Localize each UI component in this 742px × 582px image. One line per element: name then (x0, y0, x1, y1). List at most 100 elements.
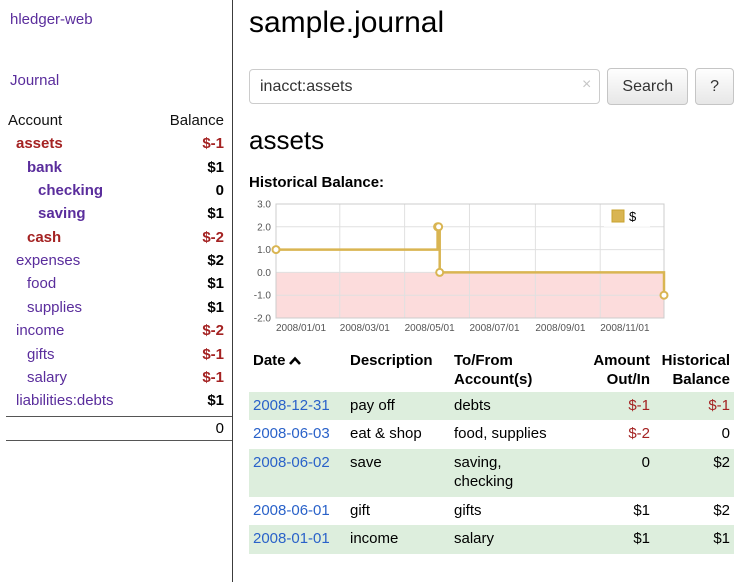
transaction-date-cell: 2008-01-01 (249, 525, 346, 554)
help-button[interactable]: ? (695, 68, 734, 105)
account-link[interactable]: income (0, 322, 64, 339)
transaction-accounts: gifts (450, 497, 578, 526)
account-link[interactable]: expenses (0, 252, 80, 269)
account-balance: $1 (207, 275, 224, 292)
accounts-column-header: To/From Account(s) (450, 350, 578, 392)
transaction-description: eat & shop (346, 420, 450, 449)
svg-text:2008/05/01: 2008/05/01 (405, 323, 455, 334)
transaction-description: gift (346, 497, 450, 526)
account-row: income $-2 (0, 319, 232, 342)
accounts-column-label: Account (8, 112, 62, 129)
transaction-balance: $1 (654, 525, 734, 554)
account-balance: $-1 (202, 369, 224, 386)
transaction-date-cell: 2008-06-01 (249, 497, 346, 526)
account-heading: assets (249, 125, 734, 156)
search-bar: × Search ? (249, 68, 734, 105)
svg-text:$: $ (629, 209, 637, 224)
sort-ascending-icon (288, 356, 302, 366)
svg-text:2008/03/01: 2008/03/01 (340, 323, 390, 334)
sidebar: hledger-web Journal Account Balance asse… (0, 0, 233, 582)
transaction-balance: $2 (654, 497, 734, 526)
transaction-row: 2008-06-01 gift gifts $1 $2 (249, 497, 734, 526)
account-row: checking 0 (0, 179, 232, 202)
account-link[interactable]: bank (0, 159, 62, 176)
account-link[interactable]: checking (0, 182, 103, 199)
account-balance: $1 (207, 392, 224, 409)
account-link[interactable]: gifts (0, 346, 55, 363)
transaction-amount: $1 (578, 525, 654, 554)
account-balance: $-1 (202, 346, 224, 363)
account-row: saving $1 (0, 202, 232, 225)
accounts-total-row: 0 (6, 416, 232, 441)
transaction-accounts: debts (450, 392, 578, 421)
account-row: supplies $1 (0, 296, 232, 319)
account-row: gifts $-1 (0, 342, 232, 365)
account-balance: $2 (207, 252, 224, 269)
brand-link[interactable]: hledger-web (10, 11, 232, 28)
svg-text:1.0: 1.0 (257, 245, 271, 256)
account-link[interactable]: liabilities:debts (0, 392, 114, 409)
transaction-accounts: salary (450, 525, 578, 554)
account-row: expenses $2 (0, 249, 232, 272)
hledger-web-app: hledger-web Journal Account Balance asse… (0, 0, 742, 582)
transaction-date-link[interactable]: 2008-12-31 (253, 397, 330, 414)
transaction-accounts: food, supplies (450, 420, 578, 449)
accounts-panel: Account Balance assets $-1 bank $1 check… (0, 109, 232, 441)
account-link[interactable]: cash (0, 229, 61, 246)
transaction-balance: 0 (654, 420, 734, 449)
account-link[interactable]: salary (0, 369, 67, 386)
search-button[interactable]: Search (607, 68, 688, 105)
transaction-amount: $1 (578, 497, 654, 526)
transaction-date-link[interactable]: 2008-01-01 (253, 530, 330, 547)
account-link[interactable]: supplies (0, 299, 82, 316)
account-row: assets $-1 (0, 132, 232, 155)
amount-column-header: Amount Out/In (578, 350, 654, 392)
transaction-date-link[interactable]: 2008-06-03 (253, 425, 330, 442)
svg-text:2008/01/01: 2008/01/01 (276, 323, 326, 334)
account-link[interactable]: assets (0, 135, 63, 152)
account-balance: $-1 (202, 135, 224, 152)
register-header-row: Date Description To/From Account(s) Amou… (249, 350, 734, 392)
date-column-header[interactable]: Date (249, 350, 346, 392)
register-table: Date Description To/From Account(s) Amou… (249, 350, 734, 554)
transaction-balance: $2 (654, 449, 734, 497)
transaction-row: 2008-06-03 eat & shop food, supplies $-2… (249, 420, 734, 449)
accounts-header-row: Account Balance (0, 109, 232, 132)
sidebar-item-journal[interactable]: Journal (10, 72, 232, 89)
account-link[interactable]: saving (0, 205, 86, 222)
chart-title: Historical Balance: (249, 174, 734, 191)
accounts-total-value: 0 (216, 420, 224, 437)
transaction-row: 2008-06-02 save saving, checking 0 $2 (249, 449, 734, 497)
transaction-amount: $-1 (578, 392, 654, 421)
svg-text:0.0: 0.0 (257, 268, 271, 279)
svg-text:-1.0: -1.0 (254, 291, 272, 302)
account-row: food $1 (0, 272, 232, 295)
transaction-row: 2008-12-31 pay off debts $-1 $-1 (249, 392, 734, 421)
search-input[interactable] (249, 69, 600, 104)
account-balance: $1 (207, 205, 224, 222)
transaction-date-cell: 2008-06-02 (249, 449, 346, 497)
account-row: bank $1 (0, 155, 232, 178)
svg-text:3.0: 3.0 (257, 200, 271, 211)
svg-text:-2.0: -2.0 (254, 314, 272, 325)
transaction-balance: $-1 (654, 392, 734, 421)
transaction-date-cell: 2008-12-31 (249, 392, 346, 421)
account-link[interactable]: food (0, 275, 56, 292)
transaction-row: 2008-01-01 income salary $1 $1 (249, 525, 734, 554)
transaction-description: save (346, 449, 450, 497)
account-balance: $-2 (202, 229, 224, 246)
account-row: cash $-2 (0, 226, 232, 249)
page-title: sample.journal (249, 6, 734, 40)
transaction-date-cell: 2008-06-03 (249, 420, 346, 449)
account-row: liabilities:debts $1 (0, 389, 232, 412)
transaction-date-link[interactable]: 2008-06-02 (253, 454, 330, 471)
transaction-description: income (346, 525, 450, 554)
account-balance: 0 (216, 182, 224, 199)
accounts-tree: assets $-1 bank $1 checking 0 saving $1 … (0, 132, 232, 413)
transaction-amount: $-2 (578, 420, 654, 449)
clear-search-icon[interactable]: × (582, 77, 591, 93)
description-column-header: Description (346, 350, 450, 392)
transaction-description: pay off (346, 392, 450, 421)
account-balance: $1 (207, 299, 224, 316)
transaction-date-link[interactable]: 2008-06-01 (253, 502, 330, 519)
